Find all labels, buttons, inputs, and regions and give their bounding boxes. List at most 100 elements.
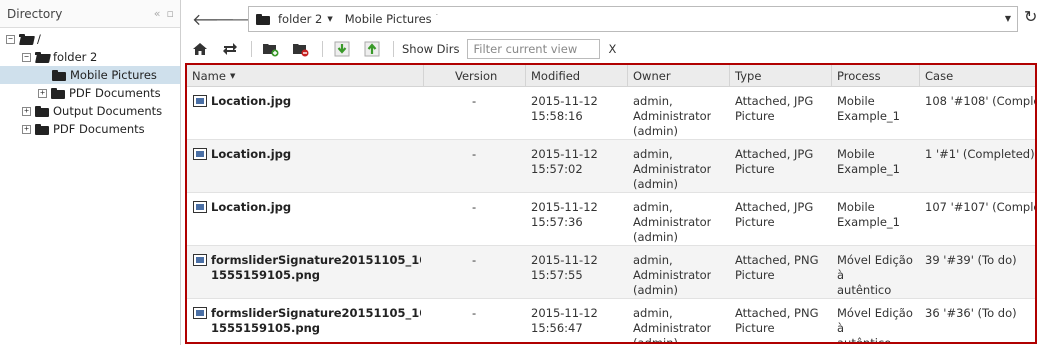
tree-item-label: Mobile Pictures: [70, 68, 157, 82]
toolbar-separator: [322, 41, 323, 57]
swap-icon[interactable]: [219, 39, 241, 59]
version-cell: -: [472, 306, 477, 320]
case-cell: 1 '#1' (Completed): [925, 147, 1035, 161]
clear-filter-button[interactable]: X: [608, 42, 616, 56]
type-cell: Attached, JPG Picture: [735, 147, 814, 176]
file-name-cell[interactable]: Location.jpg: [193, 200, 421, 215]
file-name-cell[interactable]: Location.jpg: [193, 147, 421, 162]
sidebar-title: Directory: [7, 6, 63, 21]
tree-item-label: PDF Documents: [69, 86, 161, 100]
type-cell: Attached, JPG Picture: [735, 94, 814, 123]
image-file-icon: [193, 254, 207, 266]
column-header-case[interactable]: Case: [919, 65, 1035, 87]
folder-icon: [256, 13, 270, 25]
tree-item-label: Output Documents: [53, 104, 163, 118]
column-header-owner[interactable]: Owner: [627, 65, 729, 87]
expand-icon[interactable]: +: [38, 88, 47, 98]
image-file-icon: [193, 201, 207, 213]
table-row[interactable]: Location.jpg - 2015-11-12 15:58:16 admin…: [187, 87, 1035, 140]
collapse-icon[interactable]: −: [22, 52, 31, 62]
image-file-icon: [193, 148, 207, 160]
case-cell: 36 '#36' (To do): [925, 306, 1017, 320]
owner-cell: admin, Administrator (admin): [633, 200, 712, 244]
chevron-down-icon[interactable]: ▼: [1005, 14, 1011, 23]
double-chevron-left-icon[interactable]: «: [154, 7, 161, 20]
table-row[interactable]: formsliderSignature20151105_102744- 1555…: [187, 299, 1035, 344]
process-cell: Mobile Example_1: [837, 200, 900, 229]
folder-open-icon: [35, 51, 49, 63]
image-file-icon: [193, 307, 207, 319]
sidebar-header: Directory « ▫: [0, 0, 180, 28]
tree-item-root[interactable]: − /: [6, 30, 41, 48]
process-cell: Mobile Example_1: [837, 147, 900, 176]
process-cell: Mobile Example_1: [837, 94, 900, 123]
expand-icon[interactable]: +: [22, 124, 31, 134]
file-grid: Name ▼ Version Modified Owner Type Proce…: [185, 63, 1037, 344]
show-dirs-button[interactable]: Show Dirs: [402, 42, 459, 56]
expand-icon[interactable]: +: [22, 106, 31, 116]
caret-down-icon: ▼: [327, 15, 333, 23]
process-cell: Móvel Edição à autêntico: [837, 253, 913, 297]
table-row[interactable]: Location.jpg - 2015-11-12 15:57:02 admin…: [187, 140, 1035, 193]
image-file-icon: [193, 95, 207, 107]
directory-sidebar: Directory « ▫ − / − folder 2 Mobile Pict…: [0, 0, 181, 345]
folder-icon: [35, 123, 49, 135]
delete-folder-icon[interactable]: [290, 39, 312, 59]
case-cell: 108 '#108' (Complete: [925, 94, 1035, 108]
tree-item-output-documents[interactable]: + Output Documents: [22, 102, 162, 120]
file-name-cell[interactable]: Location.jpg: [193, 94, 421, 109]
modified-cell: 2015-11-12 15:58:16: [531, 94, 598, 123]
column-header-modified[interactable]: Modified: [525, 65, 627, 87]
version-cell: -: [472, 147, 477, 161]
modified-cell: 2015-11-12 15:57:36: [531, 200, 598, 229]
breadcrumb-mobile-pictures[interactable]: Mobile Pictures ˙: [345, 12, 439, 26]
tree-item-label: folder 2: [53, 50, 98, 64]
column-header-process[interactable]: Process: [831, 65, 919, 87]
download-icon[interactable]: [331, 39, 353, 59]
modified-cell: 2015-11-12 15:56:47: [531, 306, 598, 335]
type-cell: Attached, JPG Picture: [735, 200, 814, 229]
toolbar-separator: [393, 41, 394, 57]
column-header-version[interactable]: Version: [423, 65, 525, 87]
modified-cell: 2015-11-12 15:57:02: [531, 147, 598, 176]
tree-item-label: PDF Documents: [53, 122, 145, 136]
case-cell: 107 '#107' (Complete: [925, 200, 1035, 214]
home-icon[interactable]: [189, 39, 211, 59]
folder-open-icon: [19, 33, 33, 45]
path-breadcrumb[interactable]: folder 2 ▼ Mobile Pictures ˙ ▼: [248, 6, 1018, 32]
table-row[interactable]: Location.jpg - 2015-11-12 15:57:36 admin…: [187, 193, 1035, 246]
version-cell: -: [472, 200, 477, 214]
type-cell: Attached, PNG Picture: [735, 253, 819, 282]
owner-cell: admin, Administrator (admin): [633, 94, 712, 138]
tree-item-mobile-pictures[interactable]: Mobile Pictures: [0, 66, 180, 84]
folder-icon: [35, 105, 49, 117]
column-header-type[interactable]: Type: [729, 65, 831, 87]
tree-item-pdf-documents[interactable]: + PDF Documents: [38, 84, 161, 102]
collapse-icon[interactable]: −: [6, 34, 15, 44]
case-cell: 39 '#39' (To do): [925, 253, 1017, 267]
tree-item-folder-2[interactable]: − folder 2: [22, 48, 97, 66]
file-name-cell[interactable]: formsliderSignature20151105_102744- 1555…: [193, 306, 421, 336]
caret-icon: ˙: [434, 14, 440, 24]
column-header-name[interactable]: Name ▼: [187, 65, 423, 87]
topbar: 🡐 🡒 folder 2 ▼ Mobile Pictures ˙ ▼ ↻: [181, 0, 1038, 36]
new-folder-icon[interactable]: [260, 39, 282, 59]
tree-item-pdf-documents-root[interactable]: + PDF Documents: [22, 120, 145, 138]
file-name-cell[interactable]: formsliderSignature20151105_103544- 1555…: [193, 253, 421, 283]
toolbar-separator: [251, 41, 252, 57]
restore-icon[interactable]: ▫: [167, 7, 174, 20]
process-cell: Móvel Edição à autêntico: [837, 306, 913, 344]
type-cell: Attached, PNG Picture: [735, 306, 819, 335]
table-row[interactable]: formsliderSignature20151105_103544- 1555…: [187, 246, 1035, 299]
upload-icon[interactable]: [361, 39, 383, 59]
owner-cell: admin, Administrator (admin): [633, 306, 712, 344]
breadcrumb-folder-2[interactable]: folder 2 ▼: [278, 12, 333, 26]
sidebar-controls: « ▫: [154, 7, 174, 20]
grid-header: Name ▼ Version Modified Owner Type Proce…: [187, 65, 1035, 87]
refresh-icon[interactable]: ↻: [1024, 7, 1037, 26]
folder-icon: [52, 69, 66, 81]
filter-input[interactable]: [467, 39, 601, 59]
toolbar: Show Dirs X: [181, 36, 1038, 62]
owner-cell: admin, Administrator (admin): [633, 147, 712, 191]
sort-desc-icon: ▼: [229, 72, 236, 80]
